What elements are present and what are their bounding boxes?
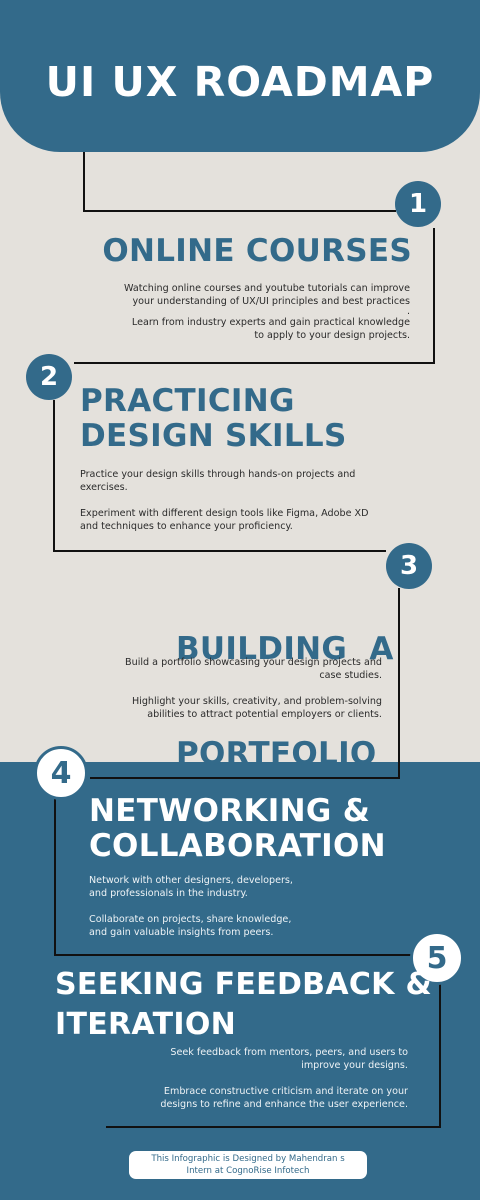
step-title-line: NETWORKING &: [89, 793, 371, 829]
description-line: Learn from industry experts and gain pra…: [131, 317, 410, 328]
step-title-line: ONLINE COURSES: [102, 233, 412, 269]
credit-line: This Infographic is Designed by Mahendra…: [151, 1154, 345, 1164]
description-line: and gain valuable insights from peers.: [89, 927, 274, 938]
step-title-line: COLLABORATION: [89, 828, 386, 864]
step-title-line: PORTFOLIO: [176, 736, 377, 772]
credit-badge: This Infographic is Designed by Mahendra…: [129, 1151, 367, 1179]
description-line: Highlight your skills, creativity, and p…: [131, 696, 382, 707]
step-number-badge: 4: [34, 746, 88, 800]
description-line: to apply to your design projects.: [254, 330, 410, 341]
description-line: Experiment with different design tools l…: [80, 508, 369, 519]
step-number-badge: 2: [26, 354, 72, 400]
step-title: NETWORKING & COLLABORATION: [89, 794, 469, 864]
description-line: and professionals in the industry.: [89, 888, 248, 899]
step-title-line: DESIGN SKILLS: [80, 418, 347, 454]
step-description: Practice your design skills through hand…: [80, 468, 410, 533]
description-line: Build a portfolio showcasing your design…: [125, 657, 382, 668]
step-description: Build a portfolio showcasing your design…: [60, 656, 382, 721]
step-description: Watching online courses and youtube tuto…: [60, 282, 410, 342]
description-line: exercises.: [80, 482, 128, 493]
description-line: and techniques to enhance your proficien…: [80, 521, 293, 532]
description-line: abilities to attract potential employers…: [147, 709, 382, 720]
step-title: ONLINE COURSES: [60, 234, 412, 269]
description-line: designs to refine and enhance the user e…: [160, 1099, 408, 1110]
path-segment-1: [83, 152, 396, 212]
step-description: Network with other designers, developers…: [89, 874, 389, 939]
step-number-badge: 1: [395, 181, 441, 227]
step-title-line: ITERATION: [55, 1007, 237, 1042]
description-line: case studies.: [319, 670, 382, 681]
description-line: Practice your design skills through hand…: [80, 469, 356, 480]
step-title-line: PRACTICING: [80, 383, 295, 419]
step-title-line: SEEKING FEEDBACK &: [55, 967, 432, 1002]
description-line: .: [406, 306, 410, 317]
description-line: Watching online courses and youtube tuto…: [123, 283, 410, 294]
description-line: Collaborate on projects, share knowledge…: [89, 914, 292, 925]
credit-line: Intern at CognoRise Infotech: [186, 1166, 310, 1176]
description-line: improve your designs.: [301, 1060, 408, 1071]
description-line: Seek feedback from mentors, peers, and u…: [170, 1047, 408, 1058]
description-line: Network with other designers, developers…: [89, 875, 293, 886]
step-description: Seek feedback from mentors, peers, and u…: [60, 1046, 408, 1111]
step-title: PRACTICING DESIGN SKILLS: [80, 384, 440, 454]
description-line: Embrace constructive criticism and itera…: [163, 1086, 408, 1097]
description-line: your understanding of UX/UI principles a…: [132, 296, 410, 307]
step-title: SEEKING FEEDBACK & ITERATION: [55, 965, 435, 1045]
